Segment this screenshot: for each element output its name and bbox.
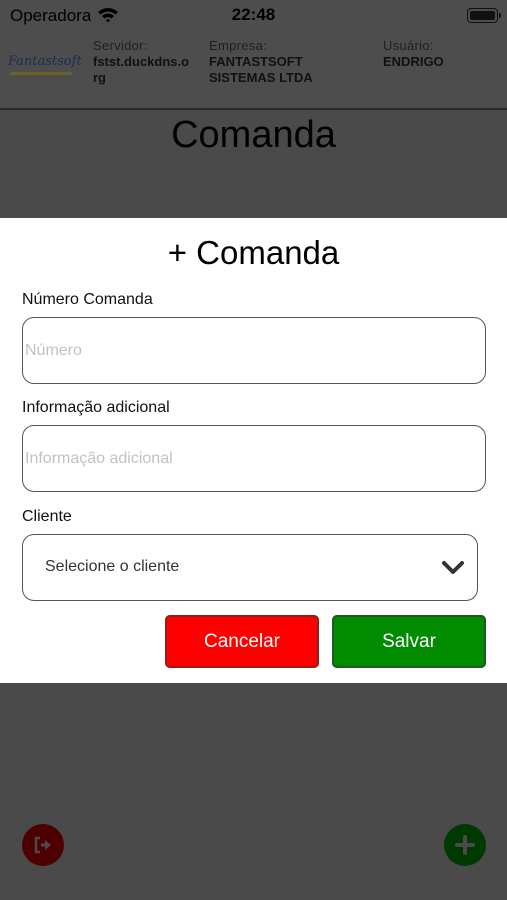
server-value-line1: fstst.duckdns.o (93, 54, 190, 69)
info-label: Informação adicional (22, 399, 170, 416)
company-label: Empresa: (209, 38, 268, 53)
plus-icon (455, 835, 475, 855)
logo-text: Fantastsoft (8, 54, 82, 69)
chevron-down-icon (442, 561, 464, 574)
server-value-line2: rg (93, 70, 106, 85)
cliente-select[interactable]: Selecione o cliente (22, 534, 478, 601)
info-input[interactable] (22, 425, 486, 492)
exit-icon (34, 836, 51, 854)
exit-button[interactable] (22, 824, 64, 866)
server-label: Servidor: (93, 38, 148, 53)
numero-input[interactable] (22, 317, 486, 384)
battery-icon (467, 8, 501, 23)
user-value: ENDRIGO (383, 54, 444, 69)
status-bar: Operadora 22:48 (0, 0, 507, 30)
save-button[interactable]: Salvar (332, 615, 486, 668)
company-value-line1: FANTASTSOFT (209, 54, 303, 69)
user-label: Usuário: (383, 38, 434, 53)
company-logo: Fantastsoft (8, 52, 82, 92)
server-info: Servidor: fstst.duckdns.o rg (93, 38, 189, 86)
user-info: Usuário: ENDRIGO (383, 38, 444, 70)
cliente-select-value: Selecione o cliente (45, 558, 180, 575)
app-header: Fantastsoft Servidor: fstst.duckdns.o rg… (0, 30, 507, 110)
status-time: 22:48 (231, 5, 276, 24)
cliente-label: Cliente (22, 508, 72, 525)
numero-label: Número Comanda (22, 291, 153, 308)
page-title: Comanda (171, 114, 336, 156)
new-comanda-modal: + Comanda Número Comanda Informação adic… (0, 218, 507, 683)
cancel-button[interactable]: Cancelar (165, 615, 319, 668)
modal-title: + Comanda (167, 234, 340, 271)
add-comanda-button[interactable] (444, 824, 486, 866)
company-info: Empresa: FANTASTSOFT SISTEMAS LTDA (209, 38, 313, 86)
company-value-line2: SISTEMAS LTDA (209, 70, 313, 85)
